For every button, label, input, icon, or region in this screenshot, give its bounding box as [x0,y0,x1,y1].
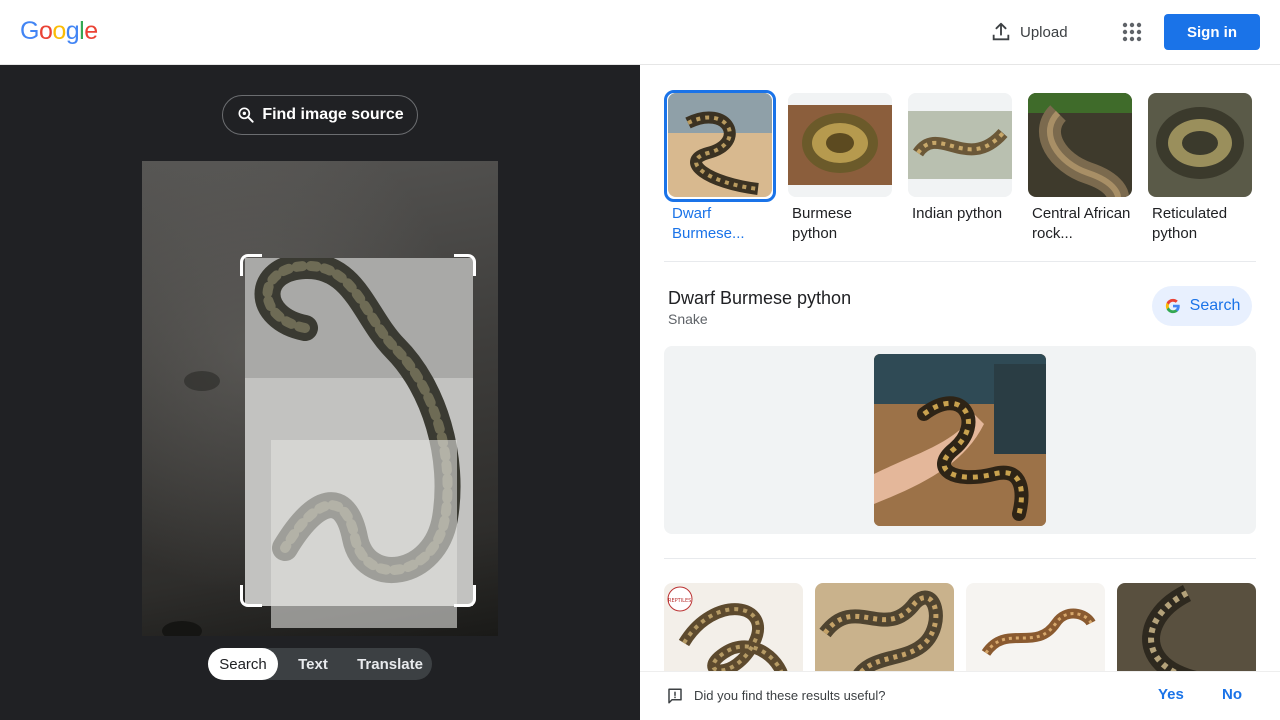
google-g-icon [1165,298,1180,314]
thumbnail-burmese-python[interactable]: Burmese python [784,90,896,242]
lens-mode-switcher: Search Text Translate [208,648,432,680]
upload-label: Upload [1020,23,1068,41]
lens-viewer-panel: Find image source Search Text Translate [0,65,640,720]
mode-search-tab[interactable]: Search [208,648,278,680]
logo-letter: e [84,17,98,45]
thumbnail-image [788,93,892,197]
find-image-source-label: Find image source [262,106,404,123]
related-image[interactable]: REPTILES [664,583,803,673]
upload-icon [992,22,1010,41]
crop-handle-top-left[interactable] [240,254,262,276]
related-image[interactable] [1117,583,1256,673]
entity-image-card [664,346,1256,534]
entity-search-label: Search [1189,297,1241,314]
thumbnail-label: Burmese python [792,205,853,242]
crop-handle-bottom-right[interactable] [454,585,476,607]
related-image[interactable] [815,583,954,673]
entity-subtitle: Snake [668,311,708,327]
sign-in-button[interactable]: Sign in [1164,14,1260,50]
divider [664,558,1256,559]
logo-letter: G [20,17,39,45]
thumbnail-label: Indian python [912,205,1003,222]
thumbnail-image [1028,93,1132,197]
feedback-yes-button[interactable]: Yes [1158,686,1184,703]
feedback-icon [668,688,682,704]
thumbnail-image [1148,93,1252,197]
crop-handle-top-right[interactable] [454,254,476,276]
logo-letter: o [52,17,66,45]
logo-letter: g [65,17,80,45]
entity-image[interactable] [874,354,1046,526]
divider [664,261,1256,262]
mode-text-tab[interactable]: Text [278,648,348,680]
find-image-source-button[interactable]: Find image source [222,95,418,135]
logo-letter: o [38,17,53,45]
related-images-grid: REPTILES [664,583,1264,673]
crop-highlight [271,440,457,628]
entity-search-button[interactable]: Search [1152,286,1252,326]
thumbnail-central-african-rock-python[interactable]: Central African rock... [1024,90,1136,242]
related-image[interactable] [966,583,1105,673]
thumbnail-dwarf-burmese-python[interactable]: Dwarf Burmese... [664,90,776,242]
upload-button[interactable]: Upload [990,18,1068,46]
thumbnail-label: Reticulated python [1152,205,1228,242]
thumbnail-label: Central African rock... [1032,205,1131,242]
lens-search-icon [238,107,254,123]
thumbnail-reticulated-python[interactable]: Reticulated python [1144,90,1256,242]
entity-title: Dwarf Burmese python [668,288,852,308]
google-logo[interactable]: Google [20,17,98,46]
crop-handle-bottom-left[interactable] [240,585,262,607]
thumbnail-indian-python[interactable]: Indian python [904,90,1016,222]
feedback-question: Did you find these results useful? [694,688,886,703]
apps-grid-icon[interactable] [1120,20,1144,44]
visual-matches-strip: Dwarf Burmese... Burmese python Indian p… [664,90,1264,250]
mode-translate-tab[interactable]: Translate [348,648,432,680]
feedback-no-button[interactable]: No [1222,686,1242,703]
related-image-badge-text: REPTILES [668,598,691,604]
feedback-bar: Did you find these results useful? Yes N… [640,671,1280,720]
top-bar: Google Upload Sign in [0,0,1280,65]
thumbnail-image [908,93,1012,197]
results-panel: Dwarf Burmese... Burmese python Indian p… [640,65,1280,720]
thumbnail-label: Dwarf Burmese... [672,205,745,242]
